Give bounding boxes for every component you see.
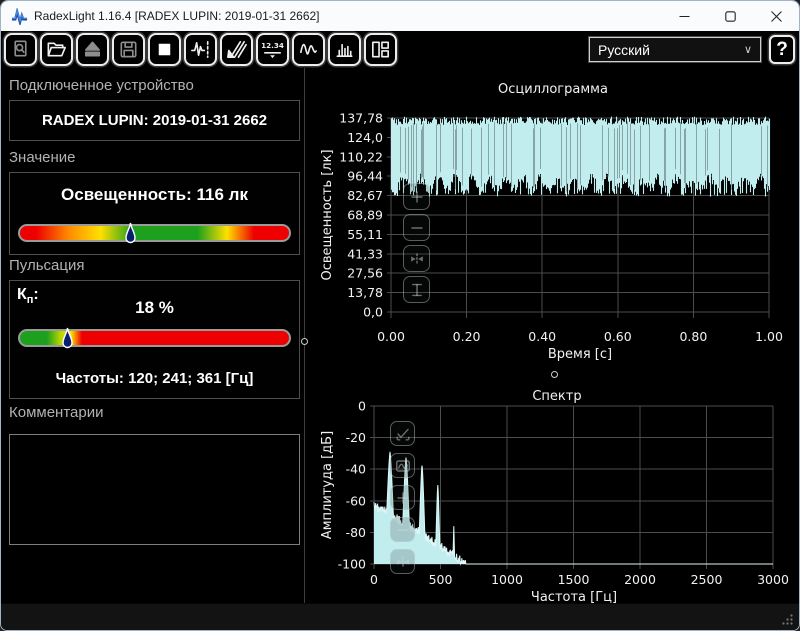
svg-text:0: 0	[358, 399, 366, 414]
svg-text:3000: 3000	[757, 572, 789, 587]
svg-text:0.40: 0.40	[528, 329, 556, 344]
svg-text:-100: -100	[338, 557, 366, 572]
svg-text:-20: -20	[346, 430, 366, 445]
fit-horizontal-icon	[410, 252, 423, 265]
svg-text:0: 0	[370, 572, 378, 587]
zoom-in-icon	[410, 190, 423, 203]
svg-text:0.20: 0.20	[453, 329, 481, 344]
svg-text:2500: 2500	[691, 572, 723, 587]
svg-text:Освещенность [лк]: Освещенность [лк]	[320, 149, 335, 280]
svg-text:Амплитуда [дБ]: Амплитуда [дБ]	[320, 431, 335, 539]
app-window: RadexLight 1.16.4 [RADEX LUPIN: 2019-01-…	[0, 0, 800, 631]
spectrum-zoom-out-button[interactable]	[390, 517, 415, 542]
svg-text:137,78: 137,78	[339, 111, 383, 126]
oscillogram-fit-vertical-button[interactable]	[403, 276, 430, 303]
svg-text:82,67: 82,67	[347, 188, 383, 203]
svg-text:96,44: 96,44	[347, 169, 383, 184]
svg-text:68,89: 68,89	[347, 208, 383, 223]
svg-text:0.00: 0.00	[377, 329, 405, 344]
spectrum-fit-horizontal-button[interactable]	[390, 549, 415, 574]
oscillogram-fit-horizontal-button[interactable]	[403, 245, 430, 272]
svg-text:27,56: 27,56	[347, 266, 383, 281]
smooth-wave-icon	[395, 459, 410, 472]
svg-text:110,22: 110,22	[339, 149, 383, 164]
svg-text:0.80: 0.80	[679, 329, 707, 344]
svg-text:-40: -40	[346, 462, 366, 477]
svg-text:2000: 2000	[624, 572, 656, 587]
fit-vertical-icon	[411, 283, 422, 296]
oscillogram-chart[interactable]: 137,78 124,0 110,22 96,44 82,67 68,89 55,11 41,…	[320, 82, 783, 362]
spectrum-smooth-wave-button[interactable]	[390, 453, 415, 478]
svg-text:41,33: 41,33	[347, 246, 383, 261]
spectrum-zoom-in-button[interactable]	[390, 485, 415, 510]
svg-text:0,0: 0,0	[363, 305, 383, 320]
zoom-in-icon	[396, 491, 409, 504]
svg-text:124,0: 124,0	[347, 130, 383, 145]
svg-text:1500: 1500	[558, 572, 590, 587]
svg-text:-80: -80	[346, 525, 366, 540]
svg-text:Спектр: Спектр	[532, 389, 581, 404]
svg-text:-60: -60	[346, 493, 366, 508]
autoscale-check-icon	[395, 428, 410, 441]
oscillogram-zoom-out-button[interactable]	[403, 214, 430, 241]
resize-grip-icon[interactable]	[782, 614, 793, 625]
svg-text:500: 500	[429, 572, 453, 587]
spectrum-autoscale-check-button[interactable]	[390, 421, 415, 446]
status-bar	[1, 603, 799, 630]
zoom-out-icon	[410, 226, 423, 229]
svg-text:1.00: 1.00	[755, 329, 783, 344]
svg-text:13,78: 13,78	[347, 285, 383, 300]
fit-horizontal-icon	[396, 555, 409, 568]
svg-text:Время [с]: Время [с]	[548, 347, 612, 362]
svg-text:1000: 1000	[491, 572, 523, 587]
svg-text:55,11: 55,11	[347, 227, 383, 242]
svg-text:Осциллограмма: Осциллограмма	[498, 82, 608, 97]
oscillogram-zoom-in-button[interactable]	[403, 183, 430, 210]
zoom-out-icon	[396, 528, 409, 531]
svg-text:0.60: 0.60	[604, 329, 632, 344]
